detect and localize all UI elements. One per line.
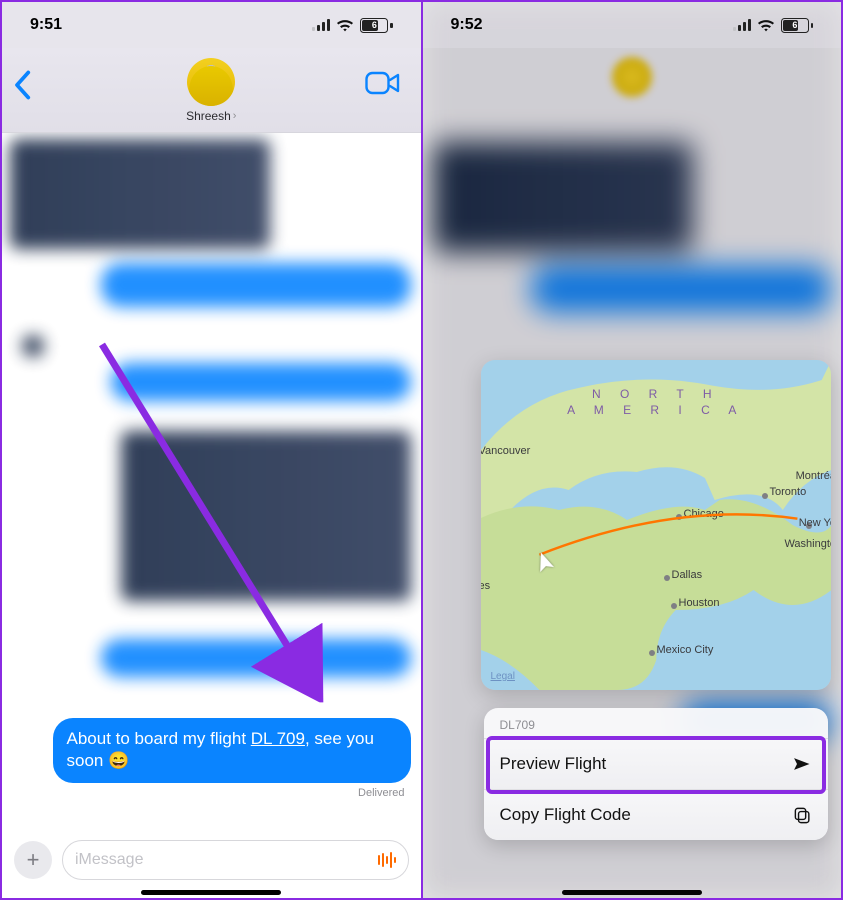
wifi-icon [336,18,354,32]
battery-icon: 6 [781,18,813,33]
chevron-right-icon: › [233,110,237,122]
cellular-icon [312,19,330,31]
message-placeholder: iMessage [75,851,143,869]
message-composer: + iMessage [2,826,421,890]
map-legal-link[interactable]: Legal [491,671,515,682]
flight-route [481,360,831,681]
chevron-left-icon [12,70,32,100]
video-icon [365,70,401,96]
messages-screenshot-left: 9:51 6 Shreesh› [2,2,421,898]
outgoing-message-bubble[interactable]: About to board my flight DL 709, see you… [53,718,411,783]
status-bar: 9:52 6 [423,2,842,48]
audio-message-icon[interactable] [378,852,396,868]
copy-icon [792,805,812,825]
clock: 9:52 [451,16,483,34]
battery-icon: 6 [360,18,392,33]
copy-flight-code-button[interactable]: Copy Flight Code [484,789,829,840]
context-menu: DL709 Preview Flight Copy Flight Code [484,708,829,840]
flight-preview-popover: N O R T HA M E R I C A Vancouver Chicago… [481,360,832,840]
back-button[interactable] [12,70,32,105]
contact-avatar[interactable] [187,58,235,106]
facetime-button[interactable] [365,70,401,101]
annotation-arrow [96,342,326,702]
flight-code-label: DL709 [484,708,829,738]
attach-button[interactable]: + [14,841,52,879]
status-bar: 9:51 6 [2,2,421,48]
flight-code-link[interactable]: DL 709 [251,729,305,748]
home-indicator[interactable] [141,890,281,895]
nav-bar: Shreesh› [2,48,421,133]
messages-screenshot-right: 9:52 6 N O R T HA M E R I C A [423,2,842,898]
wifi-icon [757,18,775,32]
contact-name[interactable]: Shreesh› [186,109,236,123]
plus-icon: + [27,847,40,873]
clock: 9:51 [30,16,62,34]
flight-map-card[interactable]: N O R T HA M E R I C A Vancouver Chicago… [481,360,832,690]
airplane-icon [792,754,812,774]
message-input[interactable]: iMessage [62,840,409,880]
conversation-thread[interactable]: About to board my flight DL 709, see you… [2,133,421,815]
flight-map: N O R T HA M E R I C A Vancouver Chicago… [481,360,832,690]
cellular-icon [733,19,751,31]
preview-flight-button[interactable]: Preview Flight [484,738,829,789]
delivered-label: Delivered [53,787,405,799]
